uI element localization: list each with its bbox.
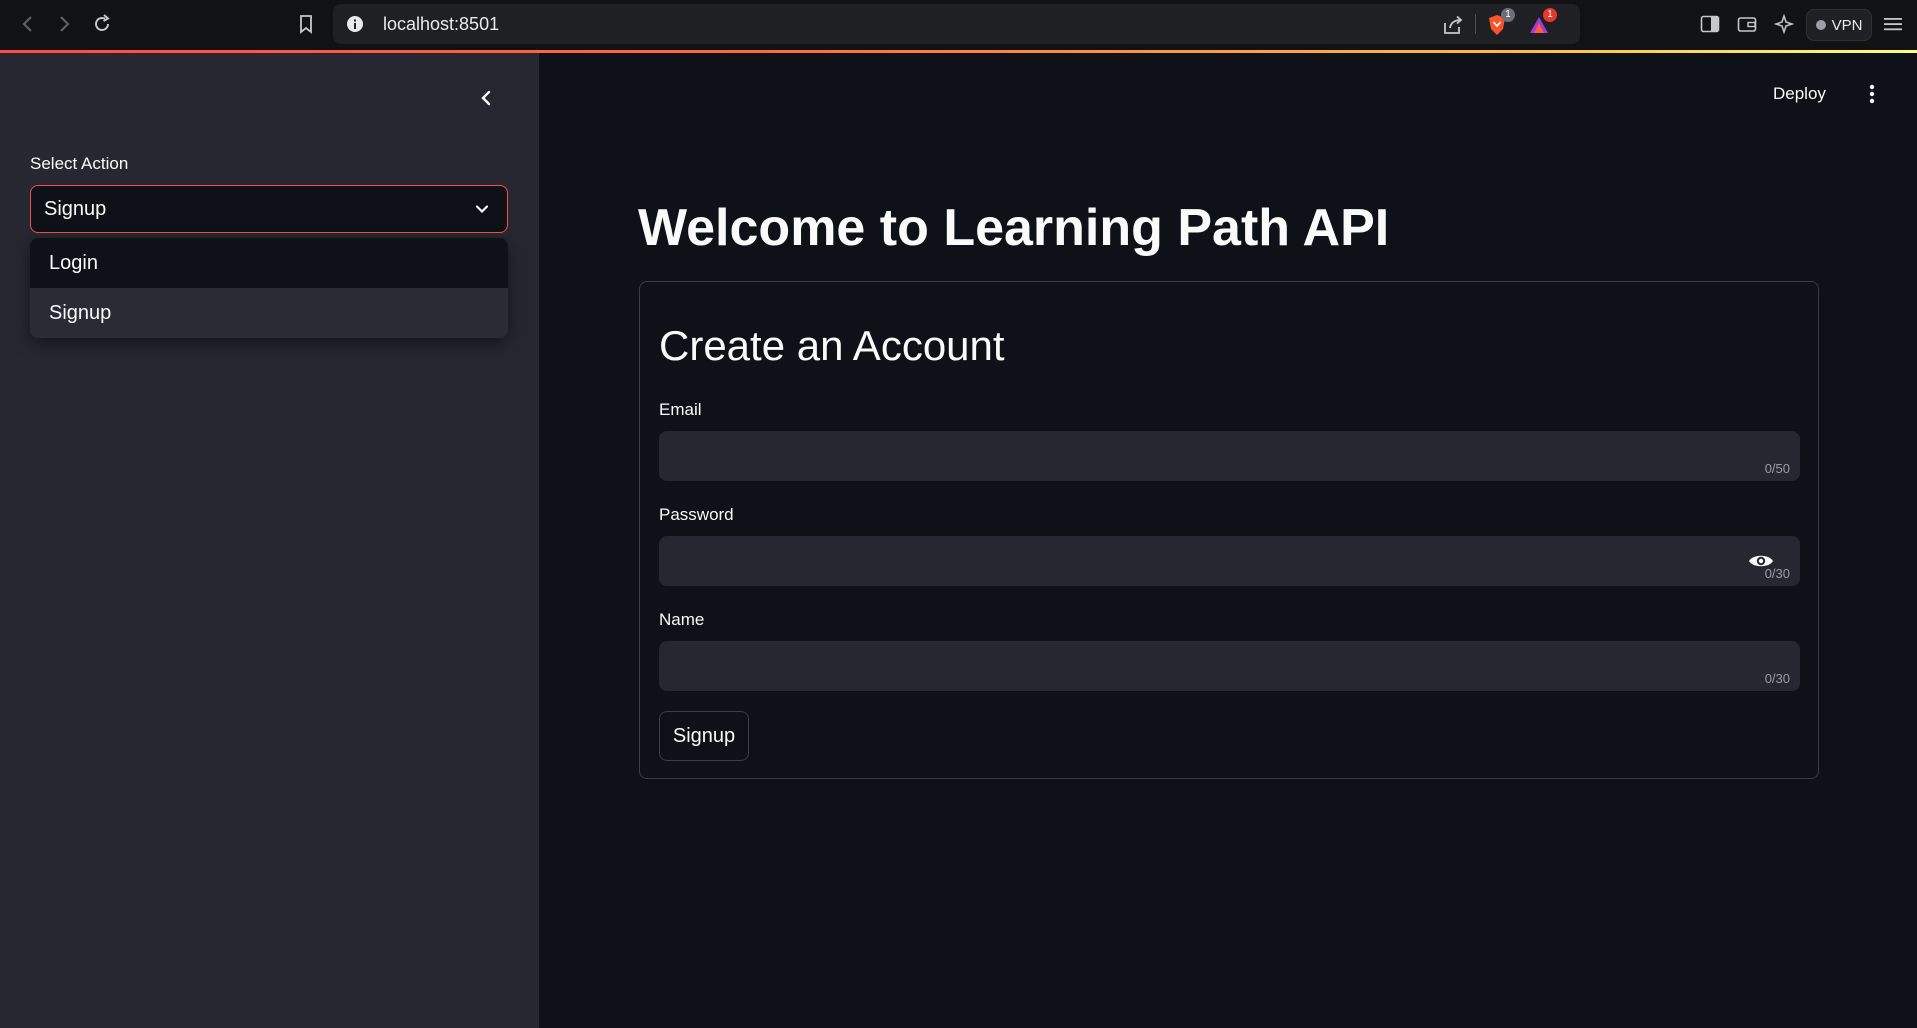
deploy-button[interactable]: Deploy bbox=[1773, 84, 1826, 104]
name-char-counter: 0/30 bbox=[1764, 671, 1790, 686]
vpn-button[interactable]: VPN bbox=[1806, 9, 1872, 41]
page-title: Welcome to Learning Path API bbox=[638, 199, 1390, 257]
shields-count-badge: 1 bbox=[1501, 8, 1515, 22]
rewards-count-badge: 1 bbox=[1543, 8, 1557, 22]
brave-rewards-icon[interactable]: 1 bbox=[1527, 8, 1557, 38]
dropdown-menu: Login Signup bbox=[30, 238, 508, 338]
address-bar[interactable]: localhost:8501 1 1 bbox=[333, 4, 1580, 44]
email-char-counter: 0/50 bbox=[1764, 461, 1790, 476]
url-text: localhost:8501 bbox=[383, 14, 500, 34]
vpn-label: VPN bbox=[1831, 16, 1863, 34]
brave-shields-icon[interactable]: 1 bbox=[1485, 8, 1515, 38]
password-char-counter: 0/30 bbox=[1764, 566, 1790, 581]
browser-toolbar: localhost:8501 1 1 VPN bbox=[0, 0, 1917, 50]
signup-button[interactable]: Signup bbox=[659, 711, 749, 761]
sidebar-toggle-icon[interactable] bbox=[1698, 12, 1722, 36]
select-action-dropdown[interactable]: Signup bbox=[30, 185, 508, 233]
forward-arrow-icon[interactable] bbox=[52, 12, 76, 36]
dropdown-option-signup[interactable]: Signup bbox=[30, 288, 508, 338]
menu-icon[interactable] bbox=[1881, 12, 1905, 36]
wallet-icon[interactable] bbox=[1735, 12, 1759, 36]
chevron-down-icon bbox=[473, 200, 491, 218]
name-field[interactable] bbox=[659, 641, 1800, 691]
back-arrow-icon[interactable] bbox=[16, 12, 40, 36]
password-label: Password bbox=[659, 505, 734, 524]
selected-value: Signup bbox=[44, 198, 107, 220]
site-info-icon[interactable] bbox=[345, 14, 365, 34]
email-label: Email bbox=[659, 400, 702, 419]
bookmark-icon[interactable] bbox=[294, 12, 318, 36]
email-field[interactable] bbox=[659, 431, 1800, 481]
reload-icon[interactable] bbox=[90, 12, 114, 36]
leo-ai-icon[interactable] bbox=[1772, 12, 1796, 36]
name-label: Name bbox=[659, 610, 705, 629]
sidebar: Select Action Signup Login Signup bbox=[0, 53, 539, 1028]
password-field[interactable] bbox=[659, 536, 1800, 586]
dropdown-option-login[interactable]: Login bbox=[30, 238, 508, 288]
signup-form: Create an Account Email 0/50 Password 0/… bbox=[639, 281, 1819, 779]
toolbar-divider bbox=[1475, 14, 1476, 34]
vpn-status-icon bbox=[1815, 20, 1826, 30]
select-action-label: Select Action bbox=[30, 154, 129, 173]
form-title: Create an Account bbox=[659, 322, 1005, 369]
collapse-sidebar-icon[interactable] bbox=[471, 83, 501, 113]
more-options-icon[interactable] bbox=[1862, 82, 1882, 106]
share-icon[interactable] bbox=[1441, 13, 1465, 37]
